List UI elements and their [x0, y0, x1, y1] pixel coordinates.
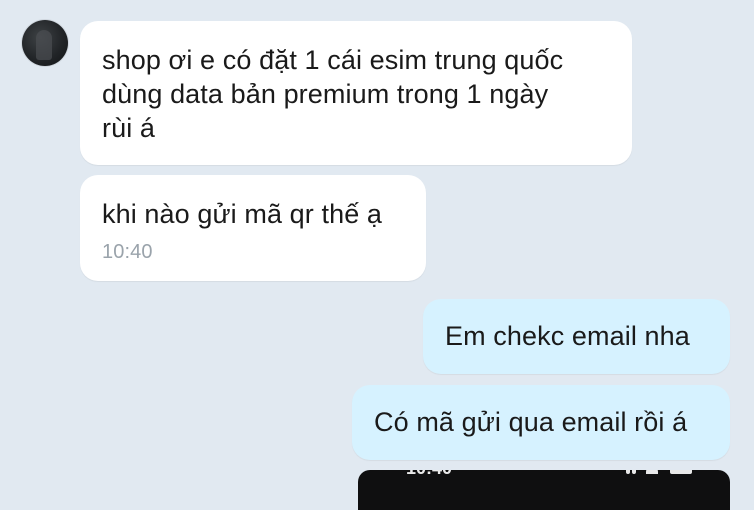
message-text-line: dùng data bản premium trong 1 ngày [102, 79, 549, 109]
message-bubble-outgoing-1[interactable]: Em chekc email nha [423, 299, 730, 374]
message-text: Có mã gửi qua email rồi á [374, 407, 688, 437]
avatar-figure [36, 30, 52, 60]
message-text: khi nào gửi mã qr thế ạ [102, 199, 383, 229]
status-icons [626, 470, 696, 476]
screenshot-overlay-bar: 10:40 [358, 470, 730, 510]
message-text: Em chekc email nha [445, 321, 690, 351]
overlay-status-time: 10:40 [406, 470, 452, 479]
message-bubble-incoming-1[interactable]: shop ơi e có đặt 1 cái esim trung quốc d… [80, 21, 632, 165]
signal-icon [626, 470, 630, 474]
message-text-line: rùi á [102, 113, 156, 143]
battery-icon [670, 470, 692, 474]
signal-icon [632, 470, 636, 474]
message-bubble-incoming-2[interactable]: khi nào gửi mã qr thế ạ 10:40 [80, 175, 426, 281]
sender-avatar[interactable] [22, 20, 68, 66]
message-timestamp: 10:40 [102, 241, 153, 263]
message-bubble-outgoing-2[interactable]: Có mã gửi qua email rồi á [352, 385, 730, 460]
wifi-icon [646, 470, 658, 474]
message-text-line: shop ơi e có đặt 1 cái esim trung quốc [102, 45, 564, 75]
